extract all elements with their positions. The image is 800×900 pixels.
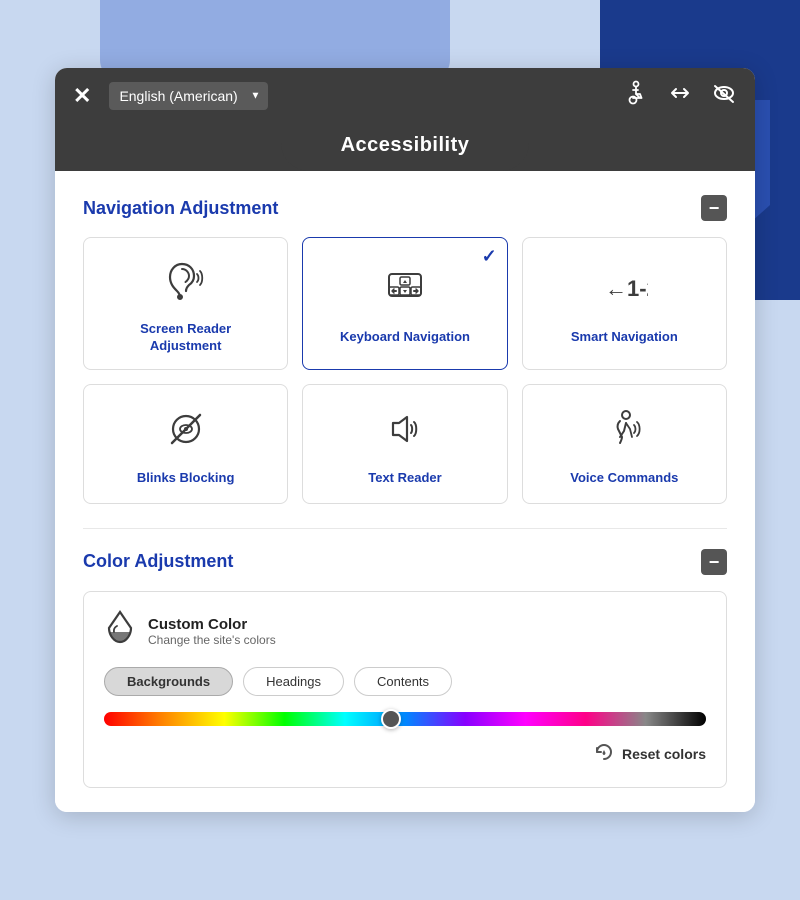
section-divider (83, 528, 727, 529)
custom-color-title: Custom Color (148, 616, 276, 633)
color-card: Custom Color Change the site's colors Ba… (83, 591, 727, 788)
arrows-icon[interactable] (667, 83, 693, 109)
toolbar: ✕ English (American) English (British) S… (55, 68, 755, 124)
smart-nav-icon: ←1-2→ (600, 264, 648, 319)
voice-icon (600, 405, 648, 460)
reset-icon (594, 742, 614, 767)
reset-row: Reset colors (104, 742, 706, 767)
text-reader-label: Text Reader (368, 470, 441, 487)
wheelchair-icon[interactable] (623, 80, 649, 113)
custom-color-row: Custom Color Change the site's colors (104, 610, 706, 653)
color-section-title: Color Adjustment (83, 551, 233, 572)
screen-reader-label: Screen ReaderAdjustment (140, 321, 231, 355)
screen-reader-card[interactable]: Screen ReaderAdjustment (83, 237, 288, 370)
toolbar-left: ✕ English (American) English (British) S… (73, 82, 268, 110)
blinks-icon (162, 405, 210, 460)
color-tab-contents[interactable]: Contents (354, 667, 452, 696)
text-reader-card[interactable]: Text Reader (302, 384, 507, 504)
speaker-icon (381, 405, 429, 460)
ink-drop-icon (104, 610, 136, 653)
ear-icon (162, 256, 210, 311)
nav-card-grid: Screen ReaderAdjustment ✓ (83, 237, 727, 504)
language-select[interactable]: English (American) English (British) Spa… (109, 82, 268, 110)
blinks-blocking-card[interactable]: Blinks Blocking (83, 384, 288, 504)
color-tabs: Backgrounds Headings Contents (104, 667, 706, 696)
blinks-label: Blinks Blocking (137, 470, 235, 487)
close-button[interactable]: ✕ (73, 85, 91, 107)
eye-slash-icon[interactable] (711, 82, 737, 110)
color-section-header: Color Adjustment − (83, 549, 727, 575)
toolbar-right (623, 80, 737, 113)
color-slider-thumb[interactable] (381, 709, 401, 729)
svg-text:←1-2→: ←1-2→ (605, 276, 648, 301)
nav-collapse-button[interactable]: − (701, 195, 727, 221)
smart-nav-card[interactable]: ←1-2→ Smart Navigation (522, 237, 727, 370)
panel-title: Accessibility (281, 124, 530, 171)
keyboard-icon (381, 264, 429, 319)
custom-color-subtitle: Change the site's colors (148, 633, 276, 647)
smart-nav-label: Smart Navigation (571, 329, 678, 346)
color-collapse-button[interactable]: − (701, 549, 727, 575)
reset-colors-label[interactable]: Reset colors (622, 746, 706, 762)
custom-color-text: Custom Color Change the site's colors (148, 616, 276, 647)
voice-commands-card[interactable]: Voice Commands (522, 384, 727, 504)
panel-title-bar: Accessibility (55, 124, 755, 171)
voice-commands-label: Voice Commands (570, 470, 678, 487)
color-slider-track[interactable] (104, 712, 706, 726)
nav-section-title: Navigation Adjustment (83, 198, 278, 219)
color-tab-headings[interactable]: Headings (243, 667, 344, 696)
keyboard-nav-checkmark: ✓ (482, 246, 497, 267)
color-tab-backgrounds[interactable]: Backgrounds (104, 667, 233, 696)
nav-section-header: Navigation Adjustment − (83, 195, 727, 221)
language-selector-wrapper: English (American) English (British) Spa… (91, 82, 268, 110)
panel-body: Navigation Adjustment − Scree (55, 171, 755, 812)
keyboard-nav-card[interactable]: ✓ (302, 237, 507, 370)
accessibility-panel: ✕ English (American) English (British) S… (55, 68, 755, 812)
keyboard-nav-label: Keyboard Navigation (340, 329, 470, 346)
color-slider-wrapper (104, 712, 706, 726)
